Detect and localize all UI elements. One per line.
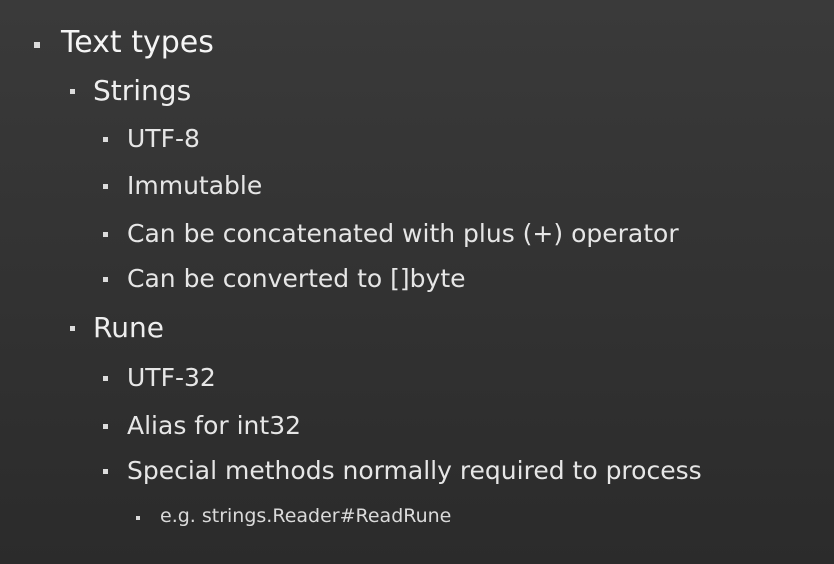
bullet-special-methods: Special methods normally required to pro… (127, 456, 702, 485)
bullet-marker-level1 (34, 42, 40, 48)
bullet-marker-level3 (103, 184, 108, 189)
bullet-utf8: UTF-8 (127, 124, 200, 153)
bullet-utf32: UTF-32 (127, 363, 216, 392)
bullet-strings: Strings (93, 74, 192, 107)
bullet-example-readrune: e.g. strings.Reader#ReadRune (160, 505, 452, 527)
bullet-marker-level4 (136, 516, 140, 520)
bullet-marker-level3 (103, 232, 108, 237)
bullet-concatenated: Can be concatenated with plus (+) operat… (127, 219, 679, 248)
bullet-marker-level3 (103, 469, 108, 474)
bullet-immutable: Immutable (127, 171, 263, 200)
presentation-slide: Text types Strings UTF-8 Immutable Can b… (0, 0, 834, 564)
bullet-text-types: Text types (61, 25, 214, 60)
bullet-marker-level2 (70, 326, 75, 331)
bullet-marker-level3 (103, 277, 108, 282)
bullet-marker-level3 (103, 137, 108, 142)
bullet-rune: Rune (93, 311, 164, 344)
bullet-converted-byte: Can be converted to []byte (127, 264, 466, 293)
bullet-marker-level3 (103, 424, 108, 429)
bullet-alias-int32: Alias for int32 (127, 411, 302, 440)
bullet-marker-level3 (103, 376, 108, 381)
bullet-marker-level2 (70, 89, 75, 94)
